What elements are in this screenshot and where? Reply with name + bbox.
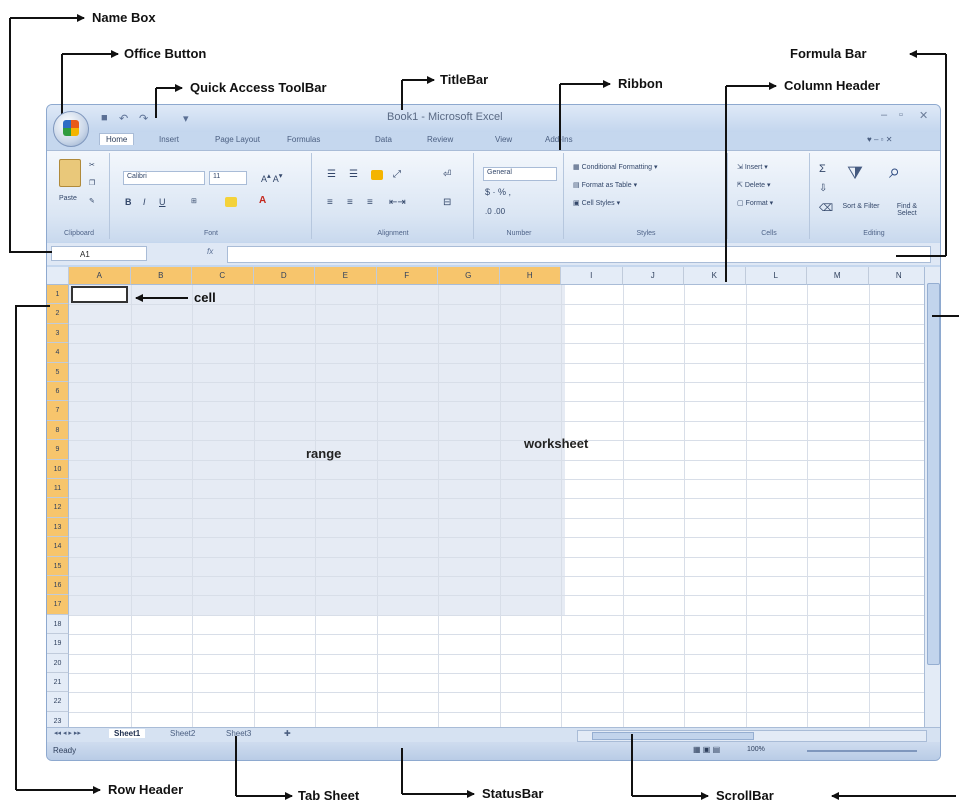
ribbon-annotation: Ribbon (618, 76, 663, 91)
annotation-arrows (9, 14, 959, 800)
row-header-arrow-line (15, 305, 50, 790)
office-button[interactable] (53, 111, 89, 147)
name-box-annotation: Name Box (92, 10, 156, 25)
office-button-annotation: Office Button (124, 46, 207, 61)
formula-bar-annotation: Formula Bar (790, 46, 867, 61)
row-header-annotation: Row Header (108, 782, 184, 797)
excel-interface-diagram: ■ ↶ ↷ ▾ Book1 - Microsoft Excel – ▫ ✕ Ho… (0, 0, 959, 807)
column-header-annotation: Column Header (784, 78, 881, 93)
title-bar-annotation: TitleBar (440, 72, 489, 87)
quick-access-toolbar-annotation: Quick Access ToolBar (190, 80, 327, 95)
tab-sheet-annotation: Tab Sheet (298, 788, 360, 803)
scroll-bar-annotation: ScrollBar (716, 788, 774, 803)
office-logo-icon (63, 120, 79, 136)
cell-annotation: cell (194, 290, 216, 305)
name-box-arrow-line (9, 18, 52, 253)
status-bar-annotation: StatusBar (482, 786, 544, 801)
